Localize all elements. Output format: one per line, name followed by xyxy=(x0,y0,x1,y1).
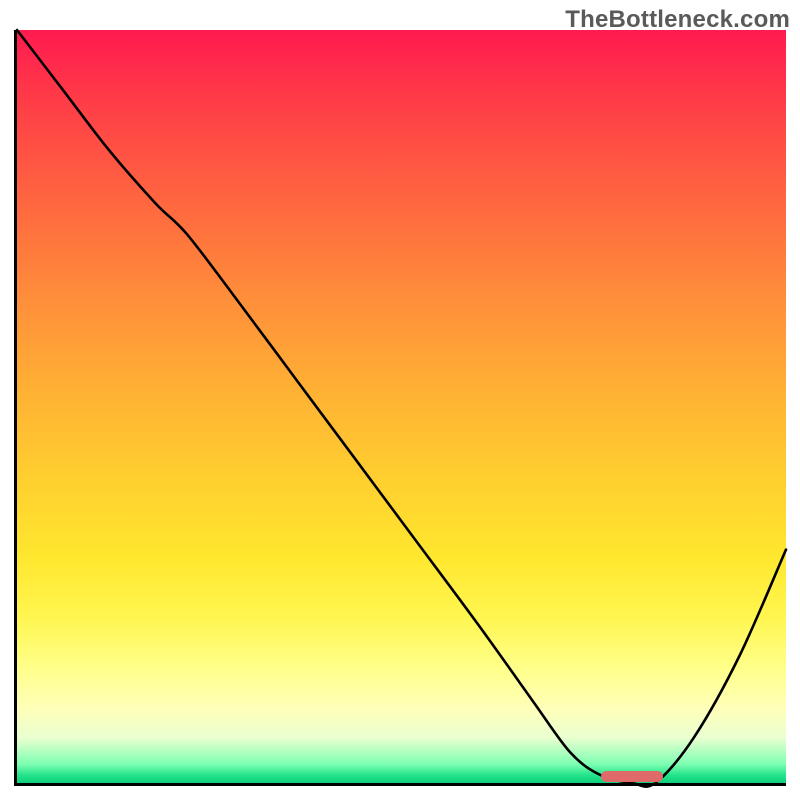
plot-axes xyxy=(14,30,786,786)
chart-frame: TheBottleneck.com xyxy=(0,0,800,800)
